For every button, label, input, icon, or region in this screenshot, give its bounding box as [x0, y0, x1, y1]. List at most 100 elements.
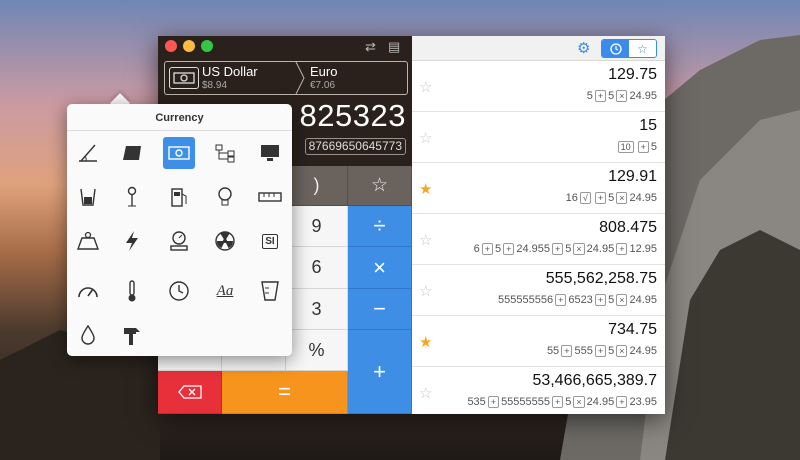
typography-icon[interactable]: Aa — [209, 275, 241, 307]
star-outline-icon[interactable]: ☆ — [419, 231, 432, 249]
star-filled-icon[interactable]: ★ — [419, 333, 432, 351]
thermometer-icon[interactable] — [116, 275, 148, 307]
list-icon[interactable]: ▤ — [388, 39, 400, 55]
view-segmented-control[interactable]: ☆ — [601, 39, 657, 58]
area-icon[interactable] — [116, 137, 148, 169]
operand: 555555556 — [498, 294, 554, 306]
star-outline-icon[interactable]: ☆ — [419, 129, 432, 147]
beaker-icon[interactable] — [72, 181, 104, 213]
operator-chip: × — [573, 396, 585, 408]
operator-chip: + — [555, 294, 567, 306]
key-9[interactable]: 9 — [286, 206, 348, 247]
key-3[interactable]: 3 — [286, 289, 348, 330]
history-expression: 555555556 +6523 +5 × 24.95 — [498, 294, 657, 306]
operand: 12.95 — [629, 243, 657, 255]
from-currency-name[interactable]: US Dollar — [202, 64, 258, 79]
operand: 5 — [608, 345, 615, 357]
speedometer-icon[interactable] — [72, 275, 104, 307]
currency-converter-bar[interactable]: US Dollar $8.94 Euro €7.06 — [164, 61, 408, 95]
operand: 24.95 — [629, 294, 657, 306]
scale-icon[interactable] — [163, 225, 195, 257]
popover-title: Currency — [155, 112, 204, 124]
clock-icon[interactable] — [163, 275, 195, 307]
operand: 535 — [467, 396, 486, 408]
zoom-window-button[interactable] — [201, 40, 213, 52]
star-outline-icon[interactable]: ☆ — [419, 78, 432, 96]
drop-icon[interactable] — [72, 319, 104, 351]
fuel-pump-icon[interactable] — [163, 181, 195, 213]
operand: 24.95 — [629, 192, 657, 204]
operand: 5 — [608, 90, 615, 102]
star-outline-icon[interactable]: ☆ — [419, 384, 432, 402]
gear-icon[interactable]: ⚙ — [577, 39, 590, 57]
history-result: 129.75 — [608, 66, 657, 83]
radiation-icon[interactable] — [209, 225, 241, 257]
operand: 55 — [546, 345, 560, 357]
key-equals[interactable]: = — [222, 371, 348, 414]
volume-icon[interactable] — [254, 275, 286, 307]
key-close-paren[interactable]: ) — [286, 166, 348, 206]
operand: 24.95 — [629, 90, 657, 102]
currency-icon[interactable] — [163, 137, 195, 169]
operand: 6 — [473, 243, 480, 255]
key-minus[interactable]: − — [348, 289, 412, 330]
lightbulb-icon[interactable] — [209, 181, 241, 213]
operand: 24.955 — [516, 243, 551, 255]
close-window-button[interactable] — [165, 40, 177, 52]
key-6[interactable]: 6 — [286, 247, 348, 289]
favorite-star-key[interactable]: ☆ — [348, 166, 412, 206]
history-row[interactable]: ★ 734.75 55 +555 +5 × 24.95 — [412, 316, 665, 367]
angle-icon[interactable] — [72, 137, 104, 169]
history-panel: ⚙ ☆ ☆ 129.75 5 +5 × 24.95 ☆ 15 10 +5 ★ 129.91 16 √ +5 ×… — [412, 36, 665, 414]
lightning-icon[interactable] — [116, 225, 148, 257]
favorites-star-icon[interactable]: ☆ — [629, 40, 656, 57]
history-row[interactable]: ☆ 555,562,258.75 555555556 +6523 +5 × 24.95 — [412, 265, 665, 316]
key-percent[interactable]: % — [286, 330, 348, 371]
to-currency-name[interactable]: Euro — [310, 64, 337, 79]
key-plus[interactable]: + — [348, 330, 412, 414]
operand: 5 — [565, 396, 572, 408]
history-clock-icon[interactable] — [602, 40, 629, 57]
swap-icon[interactable]: ⇄ — [365, 39, 376, 55]
chevron-right-icon — [295, 62, 305, 94]
key-multiply[interactable]: × — [348, 247, 412, 289]
history-row[interactable]: ☆ 15 10 +5 — [412, 112, 665, 163]
weight-icon[interactable] — [72, 225, 104, 257]
history-toolbar: ⚙ ☆ — [412, 36, 665, 61]
operator-chip: + — [616, 396, 628, 408]
history-row[interactable]: ☆ 808.475 6 +5 +24.955 +5 × 24.95 +12.95 — [412, 214, 665, 265]
history-result: 734.75 — [608, 321, 657, 338]
operand-chip: 10 — [617, 141, 634, 153]
operator-chip: + — [594, 192, 607, 204]
history-row[interactable]: ☆ 53,466,665,389.7 535 +55555555 +5 × 24.95 +23… — [412, 367, 665, 414]
operator-chip: × — [616, 192, 628, 204]
hammer-icon[interactable] — [116, 319, 148, 351]
history-row[interactable]: ★ 129.91 16 √ +5 × 24.95 — [412, 163, 665, 214]
operand: 24.95 — [629, 345, 657, 357]
operand: 24.95 — [586, 396, 615, 408]
to-currency-value: €7.06 — [310, 80, 336, 91]
backspace-icon — [177, 385, 202, 399]
operand: 16 — [565, 192, 578, 204]
star-outline-icon[interactable]: ☆ — [419, 282, 432, 300]
operator-chip: + — [594, 294, 607, 306]
si-icon[interactable]: SI — [254, 225, 286, 257]
delete-button[interactable] — [158, 371, 222, 414]
secondary-display: 87669650645773 — [304, 138, 406, 155]
star-filled-icon[interactable]: ★ — [419, 180, 432, 198]
computer-icon[interactable] — [254, 137, 286, 169]
operand: 5 — [586, 90, 593, 102]
operator-chip: × — [616, 90, 628, 102]
operator-chip: + — [503, 243, 515, 255]
network-icon[interactable] — [209, 137, 241, 169]
pendulum-icon[interactable] — [116, 181, 148, 213]
operator-chip: + — [487, 396, 500, 408]
key-divide[interactable]: ÷ — [348, 206, 412, 247]
operator-chip: + — [561, 345, 573, 357]
title-bar: ⇄ ▤ — [158, 36, 412, 58]
operand: 5 — [565, 243, 572, 255]
ruler-icon[interactable] — [254, 181, 286, 213]
minimize-window-button[interactable] — [183, 40, 195, 52]
currency-icon[interactable] — [169, 67, 199, 89]
history-row[interactable]: ☆ 129.75 5 +5 × 24.95 — [412, 61, 665, 112]
